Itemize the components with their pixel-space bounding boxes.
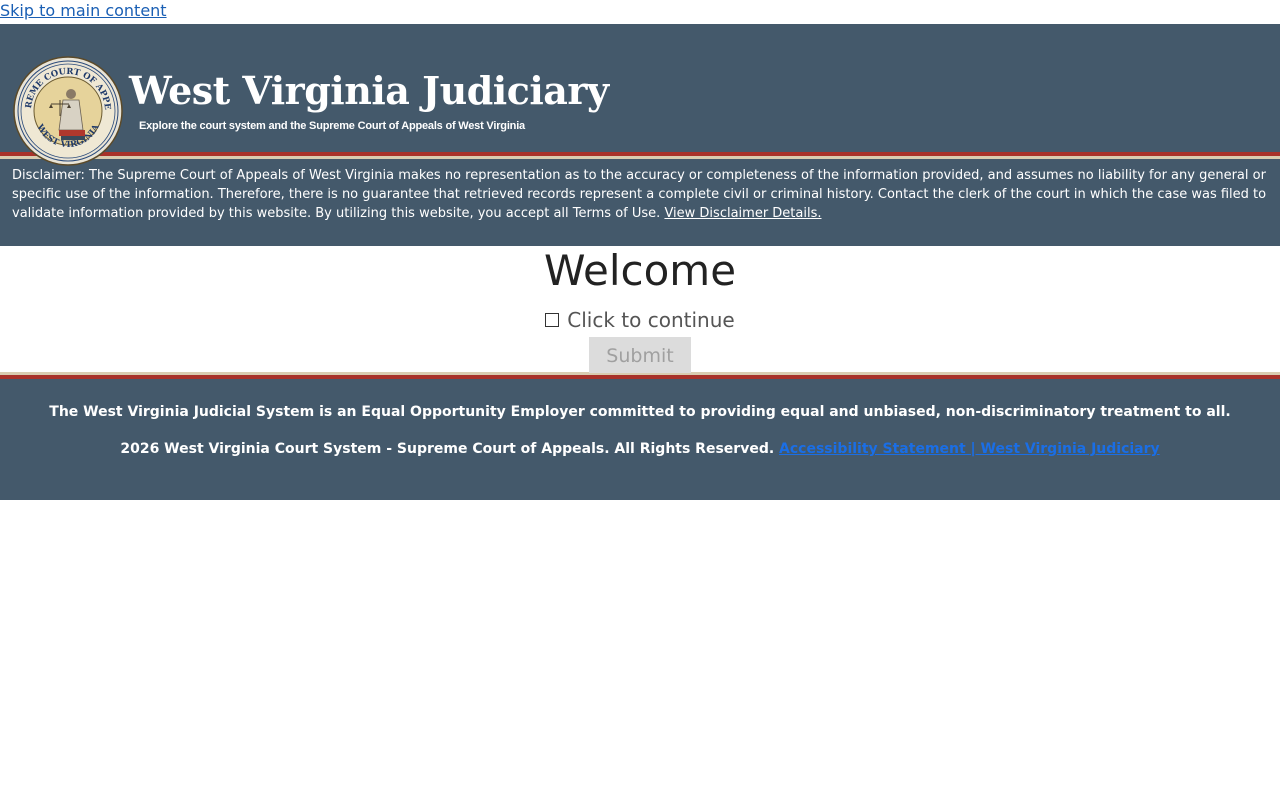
continue-checkbox-label[interactable]: Click to continue [567, 308, 734, 332]
site-footer: The West Virginia Judicial System is an … [0, 379, 1280, 500]
site-header: SUPREME COURT OF APPEALS WEST VIRGINIA W… [0, 24, 1280, 166]
main-content: Welcome Click to continue Submit [0, 246, 1280, 373]
accessibility-statement-link[interactable]: Accessibility Statement | West Virginia … [779, 441, 1160, 457]
site-subtitle: Explore the court system and the Supreme… [139, 120, 525, 132]
welcome-heading: Welcome [543, 246, 737, 295]
submit-button[interactable]: Submit [589, 337, 691, 373]
copyright-text: 2026 West Virginia Court System - Suprem… [120, 441, 775, 457]
continue-checkbox-row[interactable]: Click to continue [0, 308, 1280, 332]
continue-checkbox[interactable] [545, 312, 560, 327]
disclaimer-details-link[interactable]: View Disclaimer Details. [664, 206, 821, 221]
disclaimer-banner: Disclaimer: The Supreme Court of Appeals… [0, 159, 1280, 246]
skip-to-main-link[interactable]: Skip to main content [0, 0, 167, 24]
site-title[interactable]: West Virginia Judiciary [129, 72, 609, 110]
disclaimer-text: Disclaimer: The Supreme Court of Appeals… [12, 168, 1267, 221]
copyright-line: 2026 West Virginia Court System - Suprem… [0, 440, 1280, 458]
eeo-statement: The West Virginia Judicial System is an … [49, 404, 1231, 420]
court-seal-icon[interactable]: SUPREME COURT OF APPEALS WEST VIRGINIA [13, 56, 123, 166]
